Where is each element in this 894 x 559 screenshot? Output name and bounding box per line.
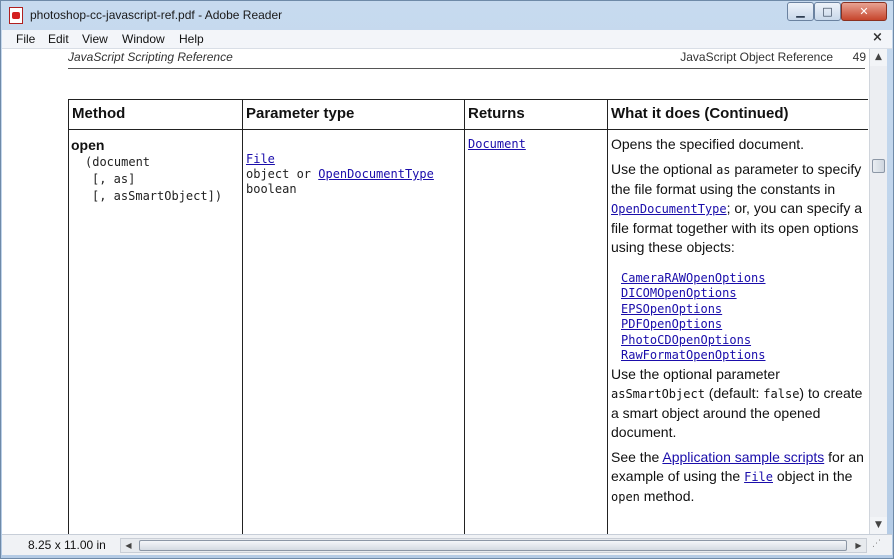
code-text: as	[716, 163, 731, 177]
menu-edit[interactable]: Edit	[48, 32, 69, 46]
window-title: photoshop-cc-javascript-ref.pdf - Adobe …	[30, 8, 283, 22]
signature-line: (document	[85, 155, 151, 169]
dicom-open-options-link[interactable]: DICOMOpenOptions	[621, 286, 737, 300]
table-col-rule	[607, 99, 608, 534]
adobe-reader-window: photoshop-cc-javascript-ref.pdf - Adobe …	[0, 0, 894, 559]
file-type-link[interactable]: File	[246, 152, 275, 166]
desc-text: object in the	[773, 468, 853, 485]
minimize-button[interactable]: ▁	[787, 2, 814, 21]
horizontal-scrollbar[interactable]: ◀ ▶	[120, 538, 867, 553]
menu-file[interactable]: File	[16, 32, 35, 46]
header-rule	[68, 68, 865, 69]
menu-window[interactable]: Window	[122, 32, 165, 46]
pdf-open-options-link[interactable]: PDFOpenOptions	[621, 317, 722, 331]
header-parameter-type: Parameter type	[246, 105, 355, 122]
photocd-open-options-link[interactable]: PhotoCDOpenOptions	[621, 333, 751, 347]
menu-view[interactable]: View	[82, 32, 108, 46]
table-col-rule	[68, 99, 69, 534]
running-head-right: JavaScript Object Reference	[680, 50, 833, 64]
desc-paragraph: Use the optional as parameter to specify…	[611, 160, 865, 257]
desc-text: Use the optional	[611, 161, 717, 177]
table-top-border	[68, 99, 868, 100]
method-name: open	[71, 137, 105, 153]
status-bar: 8.25 x 11.00 in ◀ ▶ ⋰	[2, 534, 892, 555]
vertical-scroll-thumb[interactable]	[872, 159, 885, 173]
table-col-rule	[242, 99, 243, 534]
resize-grip-icon[interactable]: ⋰	[872, 539, 886, 553]
menu-help[interactable]: Help	[179, 32, 204, 46]
table-header-rule	[68, 129, 868, 130]
desc-text: (default:	[704, 385, 764, 402]
menu-bar: File Edit View Window Help ×	[2, 30, 892, 49]
open-options-list: CameraRAWOpenOptions DICOMOpenOptions EP…	[621, 271, 865, 363]
close-button[interactable]: ✕	[841, 2, 887, 21]
pdf-file-icon	[9, 7, 23, 24]
camera-raw-open-options-link[interactable]: CameraRAWOpenOptions	[621, 271, 766, 285]
running-header: JavaScript Scripting Reference JavaScrip…	[68, 49, 868, 69]
close-document-icon[interactable]: ×	[872, 30, 883, 45]
maximize-button[interactable]: □	[814, 2, 841, 21]
code-text: asSmartObject	[611, 387, 705, 402]
desc-text: Use the optional parameter	[611, 366, 780, 383]
header-method: Method	[72, 105, 126, 122]
method-table: Method Parameter type Returns What it do…	[68, 99, 868, 534]
raw-format-open-options-link[interactable]: RawFormatOpenOptions	[621, 348, 766, 362]
eps-open-options-link[interactable]: EPSOpenOptions	[621, 302, 722, 316]
desc-paragraph: See the Application sample scripts for a…	[611, 448, 865, 507]
open-document-type-link[interactable]: OpenDocumentType	[318, 167, 434, 181]
code-text: false	[763, 387, 800, 402]
scroll-down-arrow-icon[interactable]: ▼	[870, 517, 887, 534]
desc-paragraph: Opens the specified document.	[611, 136, 805, 152]
document-link[interactable]: Document	[468, 137, 526, 151]
scroll-left-arrow-icon[interactable]: ◀	[121, 539, 136, 552]
parameter-type-cell: File object or OpenDocumentType boolean	[246, 152, 466, 197]
vertical-scrollbar[interactable]: ▲ ▼	[869, 49, 887, 534]
scroll-up-arrow-icon[interactable]: ▲	[870, 49, 887, 66]
scroll-right-arrow-icon[interactable]: ▶	[851, 539, 866, 552]
horizontal-scroll-thumb[interactable]	[139, 540, 847, 551]
description-cell: Opens the specified document. Use the op…	[611, 135, 865, 513]
returns-cell: Document	[468, 137, 526, 151]
desc-text: method.	[639, 488, 695, 505]
desc-paragraph: Use the optional parameter asSmartObject…	[611, 365, 865, 442]
running-head-left: JavaScript Scripting Reference	[68, 50, 233, 64]
code-text: open	[611, 490, 640, 505]
signature-line: [, as]	[92, 172, 136, 186]
desc-text: See the	[611, 449, 663, 466]
open-document-type-link[interactable]: OpenDocumentType	[611, 202, 727, 216]
signature-line: [, asSmartObject])	[92, 189, 223, 203]
document-viewport[interactable]: JavaScript Scripting Reference JavaScrip…	[2, 49, 869, 534]
header-returns: Returns	[468, 105, 525, 122]
param-type-boolean: boolean	[246, 182, 297, 196]
header-what-it-does: What it does (Continued)	[611, 105, 789, 122]
page-size-readout: 8.25 x 11.00 in	[28, 538, 106, 552]
param-type-text: object or	[246, 167, 319, 181]
file-object-link[interactable]: File	[744, 470, 773, 484]
application-sample-scripts-link[interactable]: Application sample scripts	[662, 449, 824, 465]
method-cell: open (document [, as] [, asSmartObject])	[71, 137, 241, 204]
title-bar[interactable]: photoshop-cc-javascript-ref.pdf - Adobe …	[1, 1, 893, 30]
page-number: 49	[852, 50, 866, 64]
